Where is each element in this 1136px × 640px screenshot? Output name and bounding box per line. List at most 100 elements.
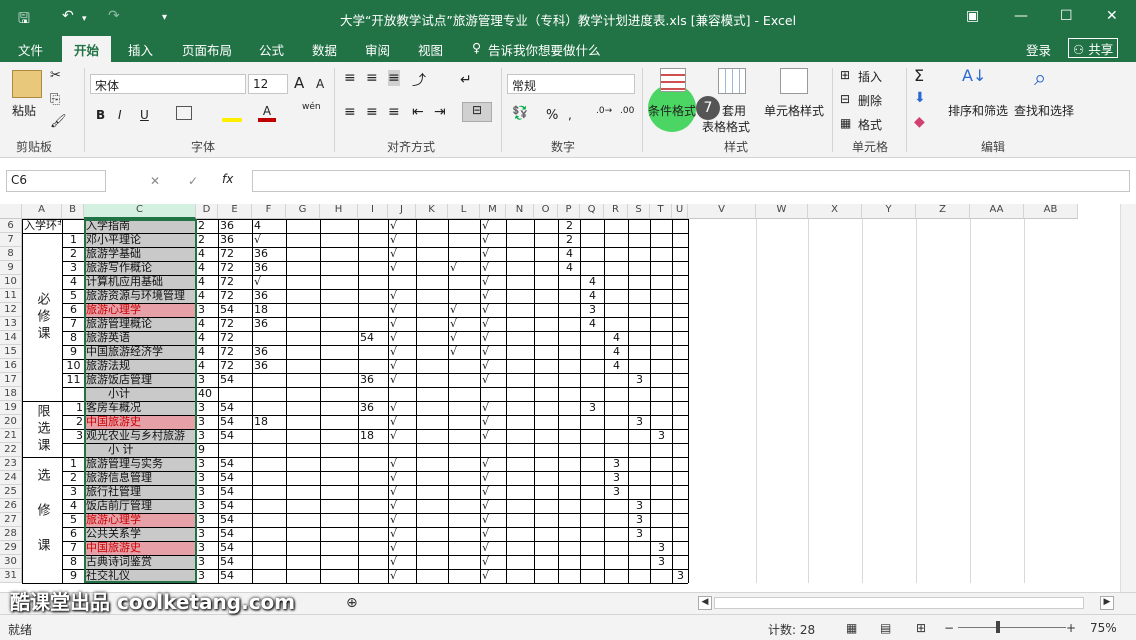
cell[interactable]: 5 (64, 289, 83, 303)
cell[interactable]: 3 (652, 429, 671, 443)
cell[interactable]: 54 (220, 569, 251, 583)
column-header[interactable]: L (448, 204, 480, 219)
cell[interactable]: 54 (220, 401, 251, 415)
row-header[interactable]: 18 (0, 387, 22, 401)
cut-icon[interactable]: ✂ (50, 68, 61, 83)
cell[interactable]: 72 (220, 345, 251, 359)
tab-view[interactable]: 视图 (418, 40, 443, 59)
cell[interactable]: 72 (220, 331, 251, 345)
ribbon-display-icon[interactable]: ▣ (966, 8, 979, 24)
cell[interactable]: 5 (64, 513, 83, 527)
cell[interactable]: 3 (606, 457, 627, 471)
scroll-right-icon[interactable]: ▶ (1100, 596, 1114, 610)
tell-me-box[interactable]: 告诉我你想要做什么 (488, 40, 601, 59)
cell[interactable]: 4 (198, 247, 217, 261)
cell[interactable]: √ (390, 359, 415, 373)
tab-review[interactable]: 审阅 (365, 40, 390, 59)
align-middle-icon[interactable]: ≡ (366, 70, 378, 86)
row-header[interactable]: 28 (0, 527, 22, 541)
column-header[interactable]: B (62, 204, 84, 219)
row-header[interactable]: 20 (0, 415, 22, 429)
percent-button[interactable]: % (546, 108, 558, 123)
increase-decimal-icon[interactable]: .0→ (596, 106, 612, 116)
row-header[interactable]: 30 (0, 555, 22, 569)
zoom-in-icon[interactable]: + (1066, 621, 1076, 635)
cell[interactable]: √ (390, 429, 415, 443)
cell[interactable]: √ (390, 247, 415, 261)
cell[interactable]: 3 (198, 373, 217, 387)
cell[interactable]: √ (450, 261, 479, 275)
cell[interactable]: √ (482, 485, 505, 499)
decrease-indent-icon[interactable]: ⇤ (412, 104, 424, 120)
horizontal-scrollbar[interactable] (714, 597, 1084, 609)
cell[interactable]: 3 (630, 513, 649, 527)
cell[interactable]: 3 (64, 429, 83, 443)
cell[interactable]: 36 (220, 233, 251, 247)
find-icon[interactable]: ⌕ (1034, 66, 1046, 91)
cell[interactable]: 36 (220, 219, 251, 233)
increase-indent-icon[interactable]: ⇥ (434, 104, 446, 120)
tab-home[interactable]: 开始 (62, 36, 112, 62)
cell[interactable]: √ (390, 261, 415, 275)
row-header[interactable]: 15 (0, 345, 22, 359)
cell-styles-icon[interactable] (780, 68, 808, 94)
cell[interactable]: √ (390, 513, 415, 527)
cell[interactable]: 54 (220, 555, 251, 569)
cell[interactable]: √ (482, 415, 505, 429)
column-header[interactable]: AA (970, 204, 1024, 219)
cell[interactable]: 9 (198, 443, 217, 457)
row-header[interactable]: 10 (0, 275, 22, 289)
cell[interactable]: 3 (198, 471, 217, 485)
cell[interactable]: √ (482, 471, 505, 485)
format-painter-icon[interactable]: 🖌 (50, 114, 67, 129)
cell[interactable]: 36 (254, 359, 285, 373)
cell[interactable]: 72 (220, 317, 251, 331)
cell[interactable]: 4 (198, 275, 217, 289)
cell[interactable]: √ (482, 527, 505, 541)
cell[interactable]: √ (482, 373, 505, 387)
cell[interactable]: 2 (64, 415, 83, 429)
cell[interactable]: 54 (220, 541, 251, 555)
currency-icon[interactable]: 💱 (512, 106, 528, 121)
cell[interactable]: 4 (198, 289, 217, 303)
align-left-icon[interactable]: ≡ (344, 104, 356, 120)
cell[interactable]: √ (390, 471, 415, 485)
insert-cells-button[interactable]: 插入 (858, 68, 882, 85)
cell[interactable]: 40 (198, 387, 217, 401)
name-box[interactable]: C6 (6, 170, 106, 192)
cell[interactable]: 3 (198, 457, 217, 471)
cell[interactable]: 3 (198, 513, 217, 527)
cell[interactable]: √ (390, 219, 415, 233)
cell[interactable]: 2 (64, 247, 83, 261)
cell[interactable]: 4 (582, 289, 603, 303)
cell[interactable]: 11 (64, 373, 83, 387)
cell[interactable]: √ (482, 401, 505, 415)
cell[interactable]: 4 (254, 219, 285, 233)
fill-icon[interactable]: ⬇ (914, 90, 926, 106)
cell[interactable]: 18 (254, 303, 285, 317)
column-header[interactable]: K (416, 204, 448, 219)
cell[interactable]: 54 (220, 485, 251, 499)
column-header[interactable]: G (286, 204, 320, 219)
zoom-thumb[interactable] (996, 621, 1000, 633)
column-header[interactable]: S (628, 204, 650, 219)
zoom-level[interactable]: 75% (1090, 621, 1117, 635)
close-icon[interactable]: ✕ (1106, 8, 1118, 24)
cell[interactable]: 6 (64, 527, 83, 541)
cell[interactable]: 3 (198, 569, 217, 583)
cell[interactable]: 2 (64, 471, 83, 485)
cell[interactable]: 54 (220, 471, 251, 485)
number-format-select[interactable]: 常规 (507, 74, 635, 94)
font-size-select[interactable]: 12 (248, 74, 288, 94)
column-header[interactable]: A (22, 204, 62, 219)
cell[interactable]: 54 (220, 457, 251, 471)
tab-data[interactable]: 数据 (312, 40, 337, 59)
column-header[interactable]: U (672, 204, 688, 219)
tab-file[interactable]: 文件 (18, 40, 43, 59)
shrink-font-icon[interactable]: A (316, 77, 324, 91)
cell[interactable]: 2 (560, 233, 579, 247)
column-header[interactable]: W (756, 204, 808, 219)
orientation-icon[interactable]: ⤴ (412, 70, 426, 90)
vertical-scrollbar[interactable] (1120, 204, 1136, 592)
delete-cells-button[interactable]: 删除 (858, 92, 882, 109)
